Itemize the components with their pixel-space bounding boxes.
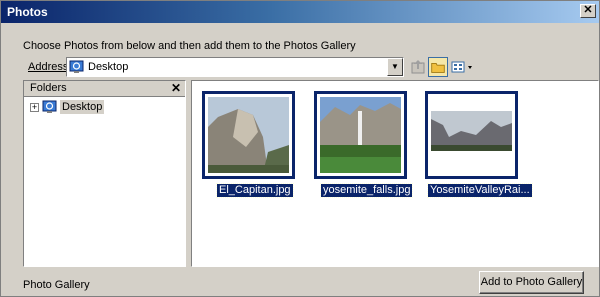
photo-thumbnail bbox=[320, 97, 401, 173]
window-close-button[interactable]: ✕ bbox=[580, 4, 596, 18]
address-label: Address bbox=[28, 61, 68, 73]
views-icon[interactable] bbox=[449, 57, 475, 77]
photo-thumbnail bbox=[431, 97, 512, 173]
file-name: YosemiteValleyRai... bbox=[427, 183, 533, 198]
folders-title: Folders bbox=[30, 82, 67, 94]
file-name: El_Capitan.jpg bbox=[216, 183, 294, 198]
address-dropdown-button[interactable]: ▼ bbox=[387, 58, 403, 76]
file-name: yosemite_falls.jpg bbox=[319, 183, 414, 198]
file-item[interactable] bbox=[425, 91, 518, 179]
folders-close-icon[interactable]: ✕ bbox=[171, 81, 181, 96]
tree-item-label: Desktop bbox=[60, 100, 105, 114]
folders-header: Folders ✕ bbox=[24, 81, 185, 97]
address-label-text: Address bbox=[28, 61, 69, 73]
desktop-icon bbox=[69, 60, 84, 73]
expand-icon[interactable]: + bbox=[30, 103, 39, 112]
folders-pane[interactable]: Folders ✕ + Desktop bbox=[23, 80, 186, 267]
address-combobox[interactable]: Desktop ▼ bbox=[66, 57, 404, 77]
up-folder-icon[interactable] bbox=[408, 57, 428, 77]
window-title: Photos bbox=[7, 5, 48, 19]
files-pane[interactable]: El_Capitan.jpg yosemite_falls.jpg Yosemi… bbox=[191, 80, 599, 267]
photo-gallery-label: Photo Gallery bbox=[23, 279, 90, 291]
folders-icon[interactable] bbox=[428, 57, 448, 77]
instruction-text: Choose Photos from below and then add th… bbox=[23, 40, 356, 52]
add-to-photo-gallery-button[interactable]: Add to Photo Gallery bbox=[479, 271, 584, 294]
file-item[interactable] bbox=[314, 91, 407, 179]
file-item[interactable] bbox=[202, 91, 295, 179]
title-bar[interactable]: Photos ✕ bbox=[1, 1, 599, 23]
desktop-icon bbox=[42, 100, 57, 113]
photo-thumbnail bbox=[208, 97, 289, 173]
address-value: Desktop bbox=[88, 61, 129, 73]
photos-window: Photos ✕ Choose Photos from below and th… bbox=[0, 0, 600, 297]
